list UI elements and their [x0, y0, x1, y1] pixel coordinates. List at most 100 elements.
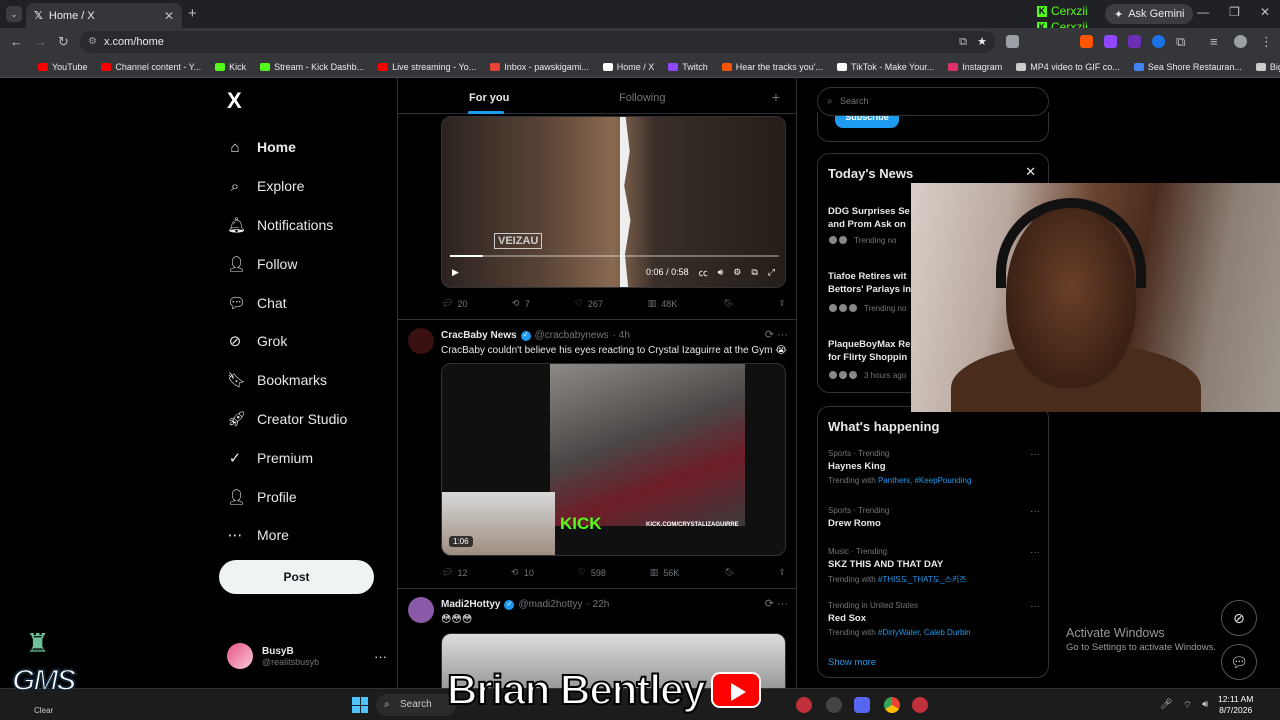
browser-tab-home[interactable]: 𝕏 Home / X ✕	[26, 3, 182, 28]
like-button[interactable]: ♡ 598	[578, 567, 606, 578]
trend-item[interactable]: Trending in United States Red Sox Trending…	[828, 601, 1040, 637]
video-player[interactable]: KICK KICK.COM/CRYSTALIZAGUIRRE 1:06	[441, 363, 786, 556]
tab-following[interactable]: Following	[619, 92, 665, 104]
bookmark-item[interactable]: Inbox - pawskigami...	[490, 62, 589, 72]
maximize-icon[interactable]: ❐	[1229, 5, 1240, 19]
tweet-author-handle[interactable]: @cracbabynews	[535, 330, 609, 341]
sidebar-item-grok[interactable]: ⊘ Grok	[227, 322, 347, 361]
bookmark-item[interactable]: Big Apple Circus - T...	[1255, 62, 1280, 72]
captions-icon[interactable]: ㏄	[699, 266, 708, 279]
extension-icon[interactable]	[1128, 35, 1141, 48]
news-headline[interactable]: Tiafoe Retires wit Bettors' Parlays in	[828, 270, 911, 296]
bookmark-button[interactable]: 🔖︎	[723, 567, 734, 578]
reload-icon[interactable]: ↻	[58, 34, 69, 50]
trend-tag-link[interactable]: #THIS도_THAT도_스키즈	[878, 575, 967, 584]
discord-icon[interactable]	[854, 697, 870, 713]
sidebar-item-profile[interactable]: 👤︎ Profile	[227, 477, 347, 516]
bookmark-item[interactable]: Home / X	[602, 62, 654, 72]
taskbar-clock[interactable]: 12:11 AM 8/7/2026	[1218, 694, 1253, 716]
app-icon[interactable]	[826, 697, 842, 713]
site-settings-icon[interactable]: ⚙	[88, 31, 97, 53]
sidebar-item-notifications[interactable]: 🔔︎ Notifications	[227, 206, 347, 245]
mic-icon[interactable]: 🎤︎	[1160, 699, 1173, 712]
settings-gear-icon[interactable]: ⚙	[733, 267, 741, 278]
app-icon[interactable]	[912, 697, 928, 713]
extension-icon[interactable]	[1152, 35, 1165, 48]
avatar[interactable]	[408, 328, 434, 354]
trend-tag-link[interactable]: #KeepPounding	[914, 476, 971, 485]
play-icon[interactable]: ▶	[452, 267, 459, 278]
share-button[interactable]: ⇪	[778, 298, 786, 309]
browser-menu-icon[interactable]: ⋮	[1260, 34, 1273, 50]
tab-list-chevron-icon[interactable]: ⌄	[6, 6, 22, 22]
video-player[interactable]: VEIZAU ▶ 0:06 / 0:58 ㏄ 🔊︎ ⚙ ⧉ ⤢	[441, 116, 786, 288]
trend-more-icon[interactable]: ···	[1030, 547, 1040, 558]
tab-close-icon[interactable]: ✕	[164, 9, 174, 23]
extension-icon[interactable]	[1080, 35, 1093, 48]
app-icon[interactable]	[796, 697, 812, 713]
sidebar-item-more[interactable]: ⋯ More	[227, 516, 347, 555]
trend-more-icon[interactable]: ···	[1030, 449, 1040, 460]
pip-icon[interactable]: ⧉	[751, 267, 757, 278]
bookmark-item[interactable]: Hear the tracks you'...	[721, 62, 823, 72]
bookmark-item[interactable]: TikTok - Make Your...	[837, 62, 934, 72]
minimize-icon[interactable]: —	[1197, 5, 1209, 19]
share-button[interactable]: ⇪	[778, 567, 786, 578]
bookmark-item[interactable]: Twitch	[668, 62, 708, 72]
bookmark-item[interactable]: MP4 video to GIF co...	[1016, 62, 1120, 72]
grok-and-more-icon[interactable]: ⟳ ···	[765, 597, 788, 610]
back-arrow-icon[interactable]: ←	[10, 34, 23, 49]
account-switcher[interactable]: BusyB @realitsbusyb ···	[227, 643, 387, 669]
trend-item[interactable]: Sports · Trending Haynes King Trending wit…	[828, 449, 1040, 485]
tweet-author-handle[interactable]: @madi2hottyy	[518, 599, 582, 610]
tweet-author-name[interactable]: CracBaby News	[441, 330, 517, 341]
tweet-time[interactable]: · 22h	[587, 599, 610, 610]
sidebar-item-premium[interactable]: ✓ Premium	[227, 438, 347, 477]
trend-more-icon[interactable]: ···	[1030, 601, 1040, 612]
taskbar-search[interactable]: ⌕ Search	[376, 694, 456, 716]
volume-icon[interactable]: 🔊︎	[718, 267, 724, 278]
extension-icon[interactable]	[1006, 35, 1019, 48]
avatar[interactable]	[408, 597, 434, 623]
sidebar-item-chat[interactable]: 💬︎ Chat	[227, 283, 347, 322]
bookmark-button[interactable]: 🔖︎	[722, 298, 733, 309]
close-icon[interactable]: ✕	[1025, 164, 1036, 180]
profile-avatar-icon[interactable]	[1234, 35, 1247, 48]
grok-float-button[interactable]: ⊘	[1221, 600, 1257, 636]
bookmark-item[interactable]: Kick	[215, 62, 246, 72]
account-more-icon[interactable]: ···	[374, 649, 387, 664]
tab-for-you[interactable]: For you	[469, 92, 509, 104]
grok-and-more-icon[interactable]: ⟳ ···	[765, 328, 788, 341]
bookmark-item[interactable]: Sea Shore Restauran...	[1133, 62, 1242, 72]
trend-more-icon[interactable]: ···	[1030, 506, 1040, 517]
news-headline[interactable]: PlaqueBoyMax Re for Flirty Shoppin	[828, 338, 910, 364]
trend-tag-link[interactable]: Panthers	[878, 476, 910, 485]
x-logo-icon[interactable]: X	[227, 88, 242, 114]
fullscreen-icon[interactable]: ⤢	[768, 267, 775, 278]
bookmark-item[interactable]: YouTube	[38, 62, 87, 72]
ask-gemini-button[interactable]: ✦ Ask Gemini	[1105, 4, 1194, 24]
repost-button[interactable]: ⟲ 7	[512, 298, 530, 309]
sidebar-item-explore[interactable]: ⌕ Explore	[227, 167, 347, 206]
weather-widget[interactable]: Clear	[34, 706, 53, 715]
bookmark-item[interactable]: Instagram	[948, 62, 1002, 72]
messages-float-button[interactable]: 💬︎	[1221, 644, 1257, 680]
wifi-icon[interactable]: ⌔	[1183, 699, 1192, 712]
chrome-icon[interactable]	[884, 697, 900, 713]
trend-tag-link[interactable]: Caleb Durbin	[924, 628, 971, 637]
bookmark-item[interactable]: Live streaming - Yo...	[378, 62, 476, 72]
url-bar[interactable]: ⚙ x.com/home ⧉ ★	[80, 31, 995, 53]
install-app-icon[interactable]: ⧉	[959, 31, 967, 53]
bookmark-item[interactable]: Stream - Kick Dashb...	[260, 62, 364, 72]
trend-tag-link[interactable]: #DirtyWater	[878, 628, 920, 637]
volume-icon[interactable]: 🔊︎	[1202, 699, 1208, 712]
sidebar-item-follow[interactable]: 👤︎ Follow	[227, 244, 347, 283]
search-input[interactable]: ⌕ Search	[817, 87, 1049, 116]
repost-button[interactable]: ⟲ 10	[511, 567, 534, 578]
news-headline[interactable]: DDG Surprises Se and Prom Ask on	[828, 205, 910, 231]
new-tab-button[interactable]: +	[188, 5, 197, 22]
bookmark-star-icon[interactable]: ★	[977, 31, 987, 53]
reply-button[interactable]: 💬︎ 20	[441, 298, 467, 309]
reply-button[interactable]: 💬︎ 12	[441, 567, 467, 578]
views-button[interactable]: ▥ 48K	[648, 298, 678, 309]
